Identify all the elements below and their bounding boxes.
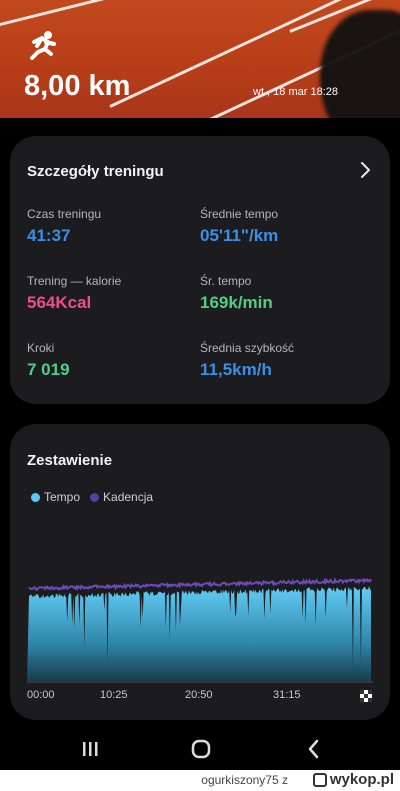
tempo-area bbox=[27, 586, 371, 682]
stat-label-calories: Trening — kalorie bbox=[27, 274, 122, 288]
stat-label-duration: Czas treningu bbox=[27, 207, 102, 221]
site-name: wykop.pl bbox=[329, 771, 394, 788]
x-tick-label: 10:25 bbox=[100, 689, 128, 701]
stat-value-cadence: 169k/min bbox=[200, 293, 273, 312]
workout-date: wt., 18 mar 18:28 bbox=[253, 86, 338, 98]
workout-details-card[interactable]: Szczegóły treningu Czas treningu 41:37 Ś… bbox=[10, 136, 390, 404]
stat-label-cadence: Śr. tempo bbox=[200, 274, 252, 288]
stat-value-calories: 564Kcal bbox=[27, 293, 92, 312]
summary-card: Zestawienie Tempo Kadencja 00:00 10:25 2… bbox=[10, 424, 390, 720]
legend-dot bbox=[90, 492, 100, 502]
legend-item-tempo[interactable]: Tempo bbox=[31, 490, 80, 504]
legend-item-cadence[interactable]: Kadencja bbox=[90, 490, 153, 504]
x-tick-label: 20:50 bbox=[185, 689, 213, 701]
x-tick-label: 31:15 bbox=[273, 689, 301, 701]
back-icon[interactable] bbox=[302, 737, 326, 761]
legend-label: Kadencja bbox=[103, 490, 154, 504]
legend-dot bbox=[31, 492, 40, 502]
recent-apps-icon[interactable] bbox=[78, 737, 102, 761]
stat-label-steps: Kroki bbox=[27, 341, 55, 355]
watermark-user: ogurkiszony75 z bbox=[201, 773, 288, 787]
finish-flag-icon bbox=[360, 690, 372, 702]
pace-cadence-chart[interactable] bbox=[27, 569, 373, 689]
stat-value-avg-pace: 05'11"/km bbox=[200, 226, 279, 245]
photo-shadow bbox=[320, 10, 400, 118]
cadence-line bbox=[28, 577, 372, 591]
stat-label-avg-pace: Średnie tempo bbox=[200, 207, 279, 221]
home-icon[interactable] bbox=[189, 737, 213, 761]
distance-value: 8,00 km bbox=[24, 70, 131, 102]
running-person-icon bbox=[30, 31, 56, 60]
system-nav-bar bbox=[0, 727, 400, 769]
x-tick-label: 00:00 bbox=[27, 689, 55, 701]
chart-legend: Tempo Kadencja bbox=[31, 490, 153, 504]
workout-header: 8,00 km wt., 18 mar 18:28 bbox=[0, 0, 400, 118]
stat-value-avg-speed: 11,5km/h bbox=[200, 360, 272, 379]
details-title: Szczegóły treningu bbox=[27, 163, 164, 180]
stat-value-duration: 41:37 bbox=[27, 226, 71, 245]
summary-title: Zestawienie bbox=[27, 452, 113, 469]
stat-label-avg-speed: Średnia szybkość bbox=[200, 341, 295, 355]
logo-icon bbox=[312, 772, 327, 787]
site-logo: wykop.pl bbox=[312, 771, 394, 788]
stat-value-steps: 7 019 bbox=[27, 360, 70, 379]
chevron-right-icon[interactable] bbox=[358, 162, 372, 178]
watermark-footer: ogurkiszony75 z wykop.pl bbox=[0, 770, 400, 791]
legend-label: Tempo bbox=[44, 490, 81, 504]
